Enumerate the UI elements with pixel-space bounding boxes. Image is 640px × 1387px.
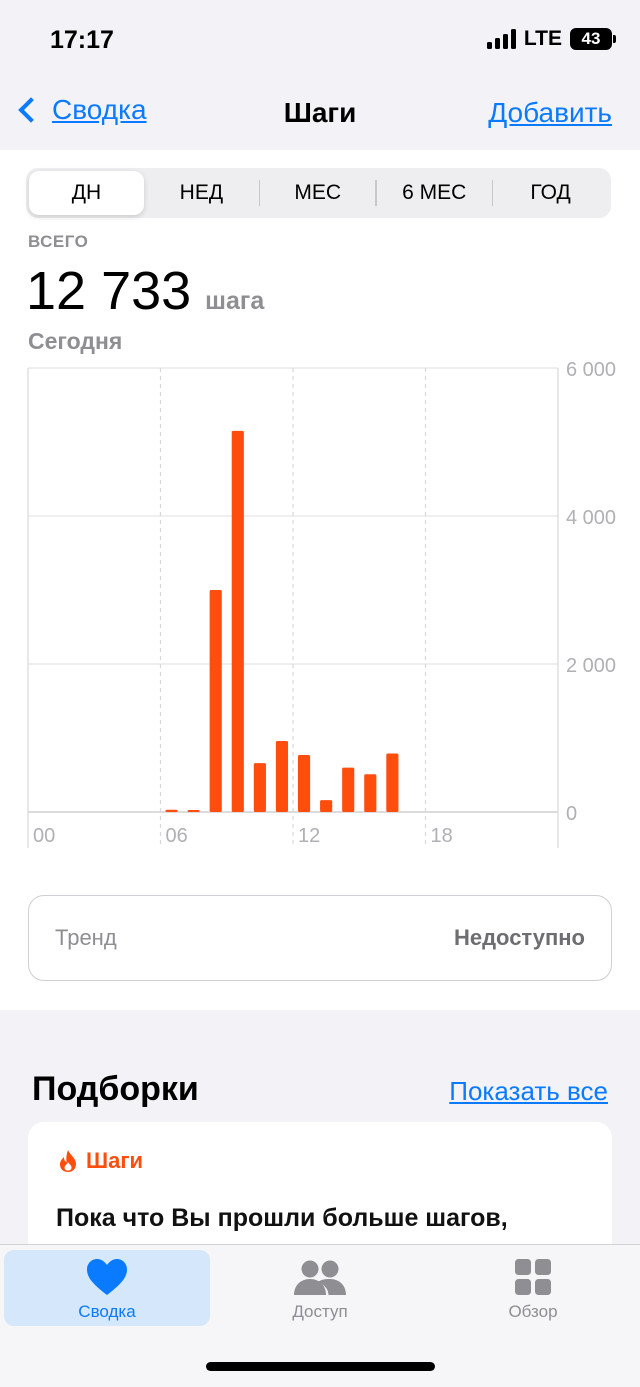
tab-sharing[interactable]: Доступ <box>217 1250 423 1326</box>
total-steps: 12 733 шага <box>26 260 264 322</box>
time-range-segmented-control: ДН НЕД МЕС 6 МЕС ГОД <box>26 168 611 218</box>
highlights-title: Подборки <box>32 1070 199 1108</box>
steps-bar <box>209 590 222 812</box>
network-type: LTE <box>523 27 562 50</box>
battery-level: 43 <box>581 29 601 48</box>
grid-icon <box>515 1259 551 1295</box>
steps-bar <box>297 755 311 812</box>
highlight-header: Шаги <box>58 1148 143 1174</box>
tab-summary[interactable]: Сводка <box>4 1250 210 1326</box>
steps-bar <box>275 740 289 812</box>
steps-bar-chart[interactable]: 6 0004 0002 000000 06 12 18 <box>0 360 640 850</box>
home-indicator <box>206 1362 435 1371</box>
tab-browse[interactable]: Обзор <box>430 1250 636 1326</box>
y-tick-label: 6 000 <box>566 360 616 381</box>
trend-row[interactable]: Тренд Недоступно <box>28 895 612 981</box>
people-icon <box>294 1260 346 1295</box>
trend-label: Тренд <box>55 925 117 950</box>
x-tick-label: 12 <box>298 825 320 847</box>
add-data-button[interactable]: Добавить <box>488 97 612 129</box>
signal-icon <box>486 29 516 49</box>
segment-day[interactable]: ДН <box>29 171 144 215</box>
steps-bar <box>165 809 178 812</box>
x-tick-label: 18 <box>431 825 453 847</box>
steps-bar <box>342 767 355 812</box>
segment-year[interactable]: ГОД <box>493 171 608 215</box>
y-tick-label: 0 <box>566 803 577 825</box>
highlight-category: Шаги <box>86 1148 144 1173</box>
tab-sharing-label: Доступ <box>292 1302 348 1321</box>
trend-value: Недоступно <box>453 925 585 950</box>
steps-bar <box>320 800 333 812</box>
y-tick-label: 2 000 <box>566 655 616 677</box>
flame-icon <box>60 1150 76 1172</box>
total-steps-unit: шага <box>205 287 265 315</box>
steps-bar <box>364 774 377 812</box>
status-time: 17:17 <box>50 26 114 54</box>
tab-browse-label: Обзор <box>508 1302 558 1321</box>
segment-week[interactable]: НЕД <box>144 171 259 215</box>
steps-summary-card: ДН НЕД МЕС 6 МЕС ГОД ВСЕГО 12 733 шага С… <box>0 150 640 1010</box>
status-indicators: LTE 43 <box>486 27 616 51</box>
steps-bar <box>386 753 399 812</box>
steps-bar <box>187 810 200 812</box>
segment-month[interactable]: МЕС <box>260 171 375 215</box>
highlight-text: Пока что Вы прошли больше шагов, <box>56 1204 508 1232</box>
total-label: ВСЕГО <box>28 232 89 251</box>
tab-summary-label: Сводка <box>78 1302 136 1321</box>
y-tick-label: 4 000 <box>566 507 616 529</box>
status-bar: 17:17 LTE 43 <box>0 0 640 70</box>
date-label: Сегодня <box>28 328 123 354</box>
show-all-link[interactable]: Показать все <box>449 1076 608 1107</box>
x-tick-label: 06 <box>166 825 188 847</box>
heart-icon <box>87 1259 127 1295</box>
x-tick-label: 00 <box>33 825 55 847</box>
total-steps-value: 12 733 <box>26 261 192 321</box>
tab-bar: Сводка Доступ Обзор <box>0 1244 640 1387</box>
navigation-bar: Сводка Шаги Добавить <box>0 70 640 150</box>
battery-icon: 43 <box>570 28 616 50</box>
steps-bar <box>231 430 244 812</box>
steps-bar <box>253 763 266 812</box>
segment-6-months[interactable]: 6 МЕС <box>377 171 492 215</box>
